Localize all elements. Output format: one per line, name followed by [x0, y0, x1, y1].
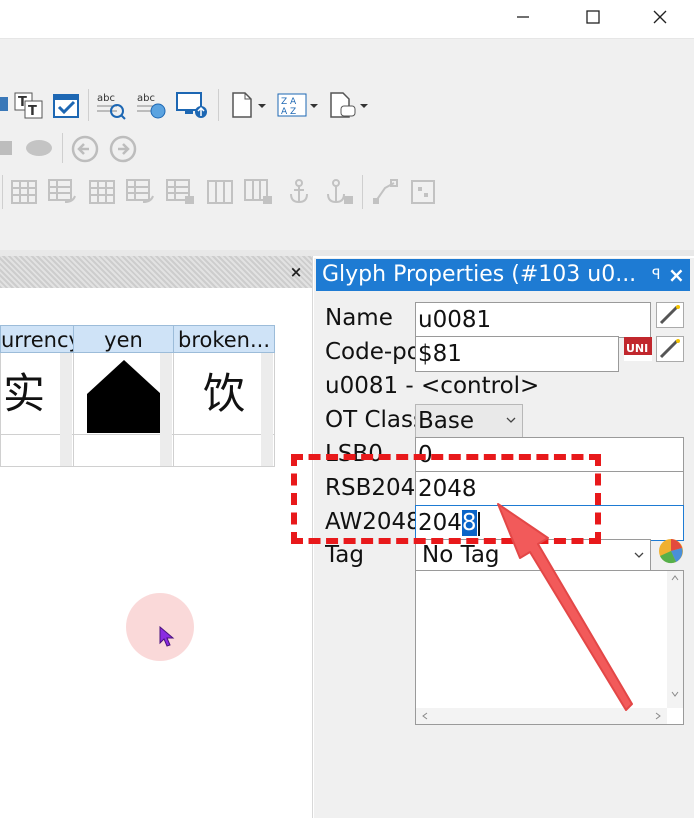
codepoint-wand-button[interactable] — [656, 336, 684, 362]
svg-text:UNI: UNI — [626, 342, 648, 355]
close-window-button[interactable] — [637, 0, 683, 34]
sort-az-icon: Z AA Z — [277, 93, 318, 117]
table-icon[interactable] — [204, 177, 236, 207]
name-field[interactable]: u0081 — [415, 302, 651, 338]
name-wand-button[interactable] — [656, 302, 684, 328]
new-document-icon — [232, 92, 266, 118]
cell-shade — [261, 435, 273, 466]
close-properties-button[interactable]: × — [668, 259, 685, 291]
mouse-cursor-icon — [159, 626, 175, 647]
back-button[interactable] — [70, 135, 100, 163]
codepoint-field[interactable]: $81 — [415, 336, 619, 372]
checkbox-button[interactable] — [50, 89, 82, 121]
table-arrow-icon[interactable] — [124, 177, 158, 207]
name-label: Name — [325, 305, 393, 331]
svg-text:A Z: A Z — [281, 107, 296, 117]
cell-shade — [261, 353, 273, 435]
sort-az-button[interactable]: Z AA Z — [274, 89, 320, 121]
cell-shade — [160, 435, 172, 466]
svg-text:abc: abc — [137, 93, 155, 104]
glyph-column-header[interactable]: broken... — [173, 325, 275, 353]
chevron-left-icon[interactable] — [422, 712, 428, 720]
checkbox-icon — [53, 94, 79, 118]
chevron-up-icon[interactable] — [671, 575, 679, 581]
svg-text:Z A: Z A — [281, 97, 297, 107]
properties-header: Glyph Properties (#103 u0... ꟼ × — [316, 259, 690, 291]
chevron-down-icon — [506, 417, 516, 423]
minimize-icon — [517, 16, 529, 18]
spell-web-icon: abc — [137, 93, 166, 119]
svg-text:T: T — [28, 104, 37, 119]
anchor-lock-icon[interactable] — [322, 177, 356, 207]
ot-class-select[interactable]: Base — [415, 404, 523, 438]
monitor-upload-button[interactable] — [174, 89, 210, 121]
cell-shade — [60, 353, 72, 435]
ot-class-label: OT Class — [325, 407, 417, 433]
chevron-right-icon[interactable] — [655, 712, 661, 720]
pin-icon[interactable]: ꟼ — [652, 259, 660, 291]
glyph-description: u0081 - <control> — [325, 373, 540, 399]
glyph-cell[interactable]: 饮 — [173, 353, 275, 435]
chevron-down-icon[interactable] — [671, 691, 679, 697]
table-icon[interactable] — [8, 177, 40, 207]
grid-dots-icon[interactable] — [408, 177, 438, 207]
minimize-button[interactable] — [500, 0, 546, 34]
monitor-upload-icon — [176, 92, 207, 118]
house-glyph-icon — [87, 360, 161, 433]
glyph-grid-header — [0, 256, 312, 288]
anchor-icon[interactable] — [284, 177, 314, 207]
spell-web-button[interactable]: abc — [134, 89, 168, 121]
rename-text-icon[interactable] — [0, 91, 12, 117]
cell-shade — [60, 435, 72, 466]
ot-class-value: Base — [418, 408, 475, 434]
text-tool-icon: T T — [14, 92, 43, 119]
annotation-arrow-icon — [497, 503, 633, 711]
spell-check-icon: abc — [97, 93, 126, 120]
ellipse-shape-icon[interactable] — [22, 137, 56, 159]
glyph-cell-footer — [73, 435, 174, 467]
page-view-icon — [330, 92, 368, 118]
forward-button[interactable] — [108, 135, 138, 163]
tag-value: No Tag — [422, 542, 500, 568]
spell-check-button[interactable]: abc — [94, 89, 128, 121]
properties-title: Glyph Properties (#103 u0... — [322, 262, 637, 287]
maximize-icon — [586, 10, 600, 24]
glyph-cell-footer — [173, 435, 275, 467]
magic-wand-icon — [659, 305, 680, 325]
close-icon — [653, 10, 667, 24]
arrow-right-icon — [109, 135, 137, 163]
maximize-button[interactable] — [570, 0, 616, 34]
node-icon[interactable] — [370, 177, 400, 207]
ribbon-toolbar: T T abc abc Z A A Z — [0, 38, 694, 251]
unicode-button[interactable]: UNI — [624, 337, 652, 361]
cell-shade — [160, 353, 172, 435]
unicode-logo-icon: UNI — [624, 337, 652, 361]
codepoint-label: Code-po — [325, 339, 417, 365]
table-arrow-icon[interactable] — [46, 177, 80, 207]
rect-shape-icon[interactable] — [0, 137, 14, 159]
table-lock-icon[interactable] — [164, 177, 198, 207]
arrow-left-icon — [71, 135, 99, 163]
color-wheel-icon — [659, 539, 683, 564]
glyph-column-header[interactable]: yen — [73, 325, 174, 353]
svg-text:abc: abc — [97, 93, 115, 104]
glyph-column-header[interactable]: urrency — [0, 325, 74, 353]
close-pane-button[interactable]: × — [286, 262, 306, 282]
page-view-button[interactable] — [326, 89, 370, 121]
glyph-cell[interactable] — [73, 353, 174, 435]
table-lock-icon[interactable] — [242, 177, 276, 207]
tag-color-button[interactable] — [656, 537, 686, 565]
text-tool-button[interactable]: T T — [12, 89, 46, 121]
magic-wand-icon — [659, 339, 680, 359]
table-icon[interactable] — [86, 177, 118, 207]
title-bar — [0, 0, 694, 38]
vertical-scrollbar[interactable] — [667, 571, 683, 708]
new-document-button[interactable] — [226, 89, 268, 121]
tag-label: Tag — [325, 542, 364, 568]
